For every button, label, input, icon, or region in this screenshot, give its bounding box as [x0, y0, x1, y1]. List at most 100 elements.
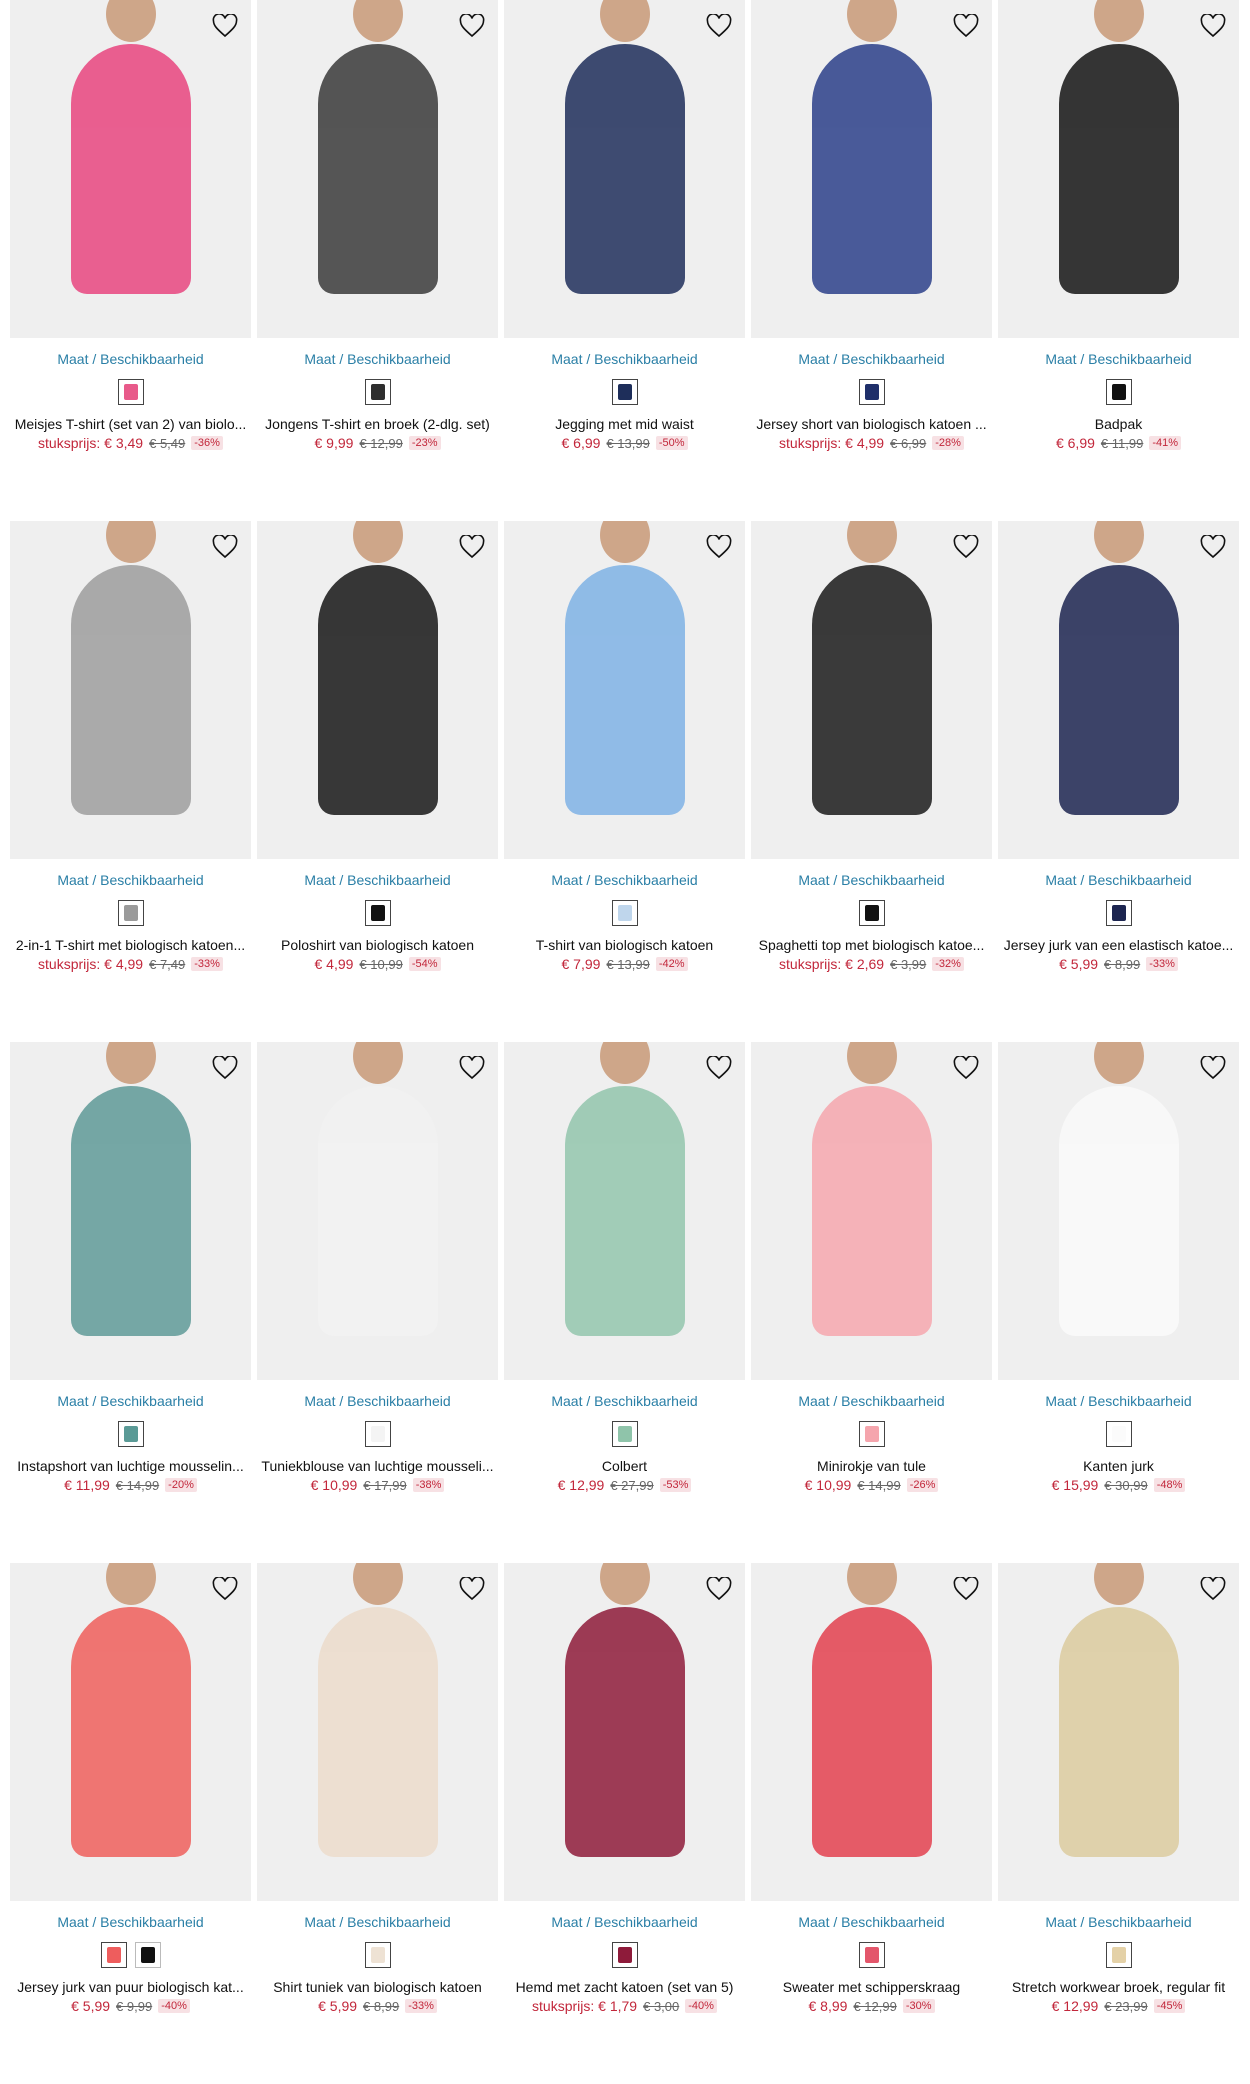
product-name[interactable]: Poloshirt van biologisch katoen: [257, 937, 498, 953]
wishlist-heart-icon[interactable]: [703, 531, 735, 563]
size-availability-link[interactable]: Maat / Beschikbaarheid: [551, 348, 697, 370]
product-card[interactable]: Maat / Beschikbaarheid Shirt tuniek van …: [257, 1563, 498, 2084]
size-availability-link[interactable]: Maat / Beschikbaarheid: [1045, 1911, 1191, 1933]
product-card[interactable]: Maat / Beschikbaarheid Jongens T-shirt e…: [257, 0, 498, 521]
product-image[interactable]: [10, 1042, 251, 1380]
product-image[interactable]: [257, 1563, 498, 1901]
color-swatch[interactable]: [117, 900, 144, 926]
product-image[interactable]: [257, 1042, 498, 1380]
size-availability-link[interactable]: Maat / Beschikbaarheid: [551, 869, 697, 891]
product-image[interactable]: [257, 0, 498, 338]
size-availability-link[interactable]: Maat / Beschikbaarheid: [798, 348, 944, 370]
product-card[interactable]: Maat / Beschikbaarheid Colbert € 12,99 €…: [504, 1042, 745, 1563]
size-availability-link[interactable]: Maat / Beschikbaarheid: [1045, 1390, 1191, 1412]
color-swatch[interactable]: [611, 1421, 638, 1447]
wishlist-heart-icon[interactable]: [1197, 1573, 1229, 1605]
product-image[interactable]: [504, 1042, 745, 1380]
product-name[interactable]: Jersey jurk van een elastisch katoe...: [998, 937, 1239, 953]
wishlist-heart-icon[interactable]: [456, 531, 488, 563]
product-card[interactable]: Maat / Beschikbaarheid Jersey short van …: [751, 0, 992, 521]
color-swatch[interactable]: [1105, 379, 1132, 405]
product-image[interactable]: [998, 521, 1239, 859]
product-image[interactable]: [998, 1042, 1239, 1380]
color-swatch[interactable]: [364, 1421, 391, 1447]
wishlist-heart-icon[interactable]: [209, 10, 241, 42]
size-availability-link[interactable]: Maat / Beschikbaarheid: [57, 869, 203, 891]
wishlist-heart-icon[interactable]: [950, 10, 982, 42]
wishlist-heart-icon[interactable]: [209, 1573, 241, 1605]
color-swatch[interactable]: [364, 900, 391, 926]
color-swatch[interactable]: [1105, 1421, 1132, 1447]
product-name[interactable]: Spaghetti top met biologisch katoe...: [751, 937, 992, 953]
size-availability-link[interactable]: Maat / Beschikbaarheid: [1045, 869, 1191, 891]
color-swatch[interactable]: [364, 379, 391, 405]
product-card[interactable]: Maat / Beschikbaarheid T-shirt van biolo…: [504, 521, 745, 1042]
wishlist-heart-icon[interactable]: [456, 1573, 488, 1605]
color-swatch[interactable]: [1105, 1942, 1132, 1968]
wishlist-heart-icon[interactable]: [456, 1052, 488, 1084]
size-availability-link[interactable]: Maat / Beschikbaarheid: [798, 1390, 944, 1412]
product-name[interactable]: Jongens T-shirt en broek (2-dlg. set): [257, 416, 498, 432]
product-name[interactable]: 2-in-1 T-shirt met biologisch katoen...: [10, 937, 251, 953]
wishlist-heart-icon[interactable]: [703, 1573, 735, 1605]
product-image[interactable]: [504, 0, 745, 338]
wishlist-heart-icon[interactable]: [1197, 10, 1229, 42]
color-swatch[interactable]: [117, 1421, 144, 1447]
color-swatch[interactable]: [117, 379, 144, 405]
wishlist-heart-icon[interactable]: [950, 531, 982, 563]
product-name[interactable]: Tuniekblouse van luchtige mousseli...: [257, 1458, 498, 1474]
size-availability-link[interactable]: Maat / Beschikbaarheid: [304, 1390, 450, 1412]
product-name[interactable]: Stretch workwear broek, regular fit: [998, 1979, 1239, 1995]
product-name[interactable]: Badpak: [998, 416, 1239, 432]
color-swatch[interactable]: [611, 900, 638, 926]
wishlist-heart-icon[interactable]: [209, 1052, 241, 1084]
product-image[interactable]: [10, 0, 251, 338]
color-swatch[interactable]: [858, 900, 885, 926]
wishlist-heart-icon[interactable]: [703, 10, 735, 42]
product-image[interactable]: [10, 1563, 251, 1901]
wishlist-heart-icon[interactable]: [1197, 531, 1229, 563]
product-card[interactable]: Maat / Beschikbaarheid Meisjes T-shirt (…: [10, 0, 251, 521]
product-name[interactable]: T-shirt van biologisch katoen: [504, 937, 745, 953]
size-availability-link[interactable]: Maat / Beschikbaarheid: [1045, 348, 1191, 370]
color-swatch[interactable]: [858, 1942, 885, 1968]
product-name[interactable]: Instapshort van luchtige mousselin...: [10, 1458, 251, 1474]
product-image[interactable]: [751, 1563, 992, 1901]
product-name[interactable]: Hemd met zacht katoen (set van 5): [504, 1979, 745, 1995]
color-swatch[interactable]: [364, 1942, 391, 1968]
product-name[interactable]: Minirokje van tule: [751, 1458, 992, 1474]
wishlist-heart-icon[interactable]: [950, 1052, 982, 1084]
color-swatch[interactable]: [611, 1942, 638, 1968]
size-availability-link[interactable]: Maat / Beschikbaarheid: [798, 1911, 944, 1933]
product-card[interactable]: Maat / Beschikbaarheid Minirokje van tul…: [751, 1042, 992, 1563]
product-name[interactable]: Jegging met mid waist: [504, 416, 745, 432]
size-availability-link[interactable]: Maat / Beschikbaarheid: [551, 1911, 697, 1933]
color-swatch[interactable]: [611, 379, 638, 405]
size-availability-link[interactable]: Maat / Beschikbaarheid: [798, 869, 944, 891]
product-image[interactable]: [751, 1042, 992, 1380]
product-name[interactable]: Shirt tuniek van biologisch katoen: [257, 1979, 498, 1995]
size-availability-link[interactable]: Maat / Beschikbaarheid: [57, 348, 203, 370]
wishlist-heart-icon[interactable]: [950, 1573, 982, 1605]
product-card[interactable]: Maat / Beschikbaarheid Hemd met zacht ka…: [504, 1563, 745, 2084]
product-card[interactable]: Maat / Beschikbaarheid Sweater met schip…: [751, 1563, 992, 2084]
color-swatch[interactable]: [858, 1421, 885, 1447]
product-card[interactable]: Maat / Beschikbaarheid Poloshirt van bio…: [257, 521, 498, 1042]
product-name[interactable]: Colbert: [504, 1458, 745, 1474]
product-name[interactable]: Jersey jurk van puur biologisch kat...: [10, 1979, 251, 1995]
product-card[interactable]: Maat / Beschikbaarheid 2-in-1 T-shirt me…: [10, 521, 251, 1042]
product-card[interactable]: Maat / Beschikbaarheid Spaghetti top met…: [751, 521, 992, 1042]
size-availability-link[interactable]: Maat / Beschikbaarheid: [57, 1390, 203, 1412]
product-image[interactable]: [504, 521, 745, 859]
product-name[interactable]: Meisjes T-shirt (set van 2) van biolo...: [10, 416, 251, 432]
product-image[interactable]: [257, 521, 498, 859]
color-swatch[interactable]: [858, 379, 885, 405]
product-name[interactable]: Kanten jurk: [998, 1458, 1239, 1474]
product-card[interactable]: Maat / Beschikbaarheid Badpak € 6,99 € 1…: [998, 0, 1239, 521]
size-availability-link[interactable]: Maat / Beschikbaarheid: [304, 1911, 450, 1933]
product-card[interactable]: Maat / Beschikbaarheid Jegging met mid w…: [504, 0, 745, 521]
wishlist-heart-icon[interactable]: [703, 1052, 735, 1084]
wishlist-heart-icon[interactable]: [1197, 1052, 1229, 1084]
product-card[interactable]: Maat / Beschikbaarheid Kanten jurk € 15,…: [998, 1042, 1239, 1563]
color-swatch[interactable]: [1105, 900, 1132, 926]
